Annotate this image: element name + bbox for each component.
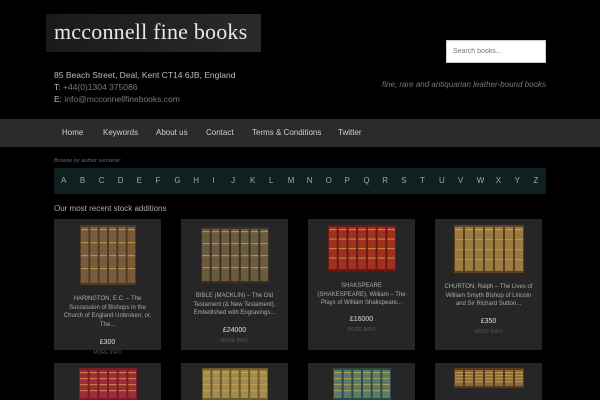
product-image[interactable] bbox=[332, 368, 391, 400]
product-image[interactable] bbox=[78, 368, 137, 400]
product-card[interactable]: SHAKSPEARE (SHAKESPEARE), William – The … bbox=[308, 219, 415, 350]
address: 85 Beach Street, Deal, Kent CT14 6JB, En… bbox=[54, 70, 236, 80]
letter-j[interactable]: J bbox=[231, 176, 235, 185]
product-image[interactable] bbox=[200, 227, 269, 288]
product-title[interactable]: BIBLE (MACKLIN) – The Old Testament (& N… bbox=[189, 292, 280, 318]
logo-text: mcconnell fine books bbox=[54, 19, 248, 44]
product-image[interactable] bbox=[327, 225, 396, 276]
product-image[interactable] bbox=[79, 225, 136, 290]
letter-x[interactable]: X bbox=[496, 176, 501, 185]
letter-c[interactable]: C bbox=[99, 176, 105, 185]
email-link[interactable]: info@mcconnellfinebooks.com bbox=[64, 94, 179, 104]
more-info-link[interactable]: MORE INFO bbox=[435, 329, 542, 335]
letter-w[interactable]: W bbox=[477, 176, 485, 185]
letter-i[interactable]: I bbox=[212, 176, 214, 185]
more-info-link[interactable]: MORE INFO bbox=[308, 327, 415, 333]
nav-contact[interactable]: Contact bbox=[206, 128, 234, 137]
site-logo[interactable]: mcconnell fine books bbox=[46, 14, 261, 52]
letter-z[interactable]: Z bbox=[534, 176, 539, 185]
product-card[interactable]: BIBLE (MACKLIN) – The Old Testament (& N… bbox=[181, 219, 288, 350]
nav-twitter[interactable]: Twitter bbox=[338, 128, 362, 137]
letter-t[interactable]: T bbox=[420, 176, 425, 185]
product-image[interactable] bbox=[201, 368, 268, 400]
letter-l[interactable]: L bbox=[269, 176, 273, 185]
product-card[interactable] bbox=[308, 363, 415, 400]
contact-info: 85 Beach Street, Deal, Kent CT14 6JB, En… bbox=[54, 69, 235, 105]
tagline: fine, rare and antiquarian leather-bound… bbox=[382, 80, 546, 89]
letter-h[interactable]: H bbox=[193, 176, 199, 185]
letter-k[interactable]: K bbox=[250, 176, 255, 185]
product-card[interactable] bbox=[54, 363, 161, 400]
letter-s[interactable]: S bbox=[401, 176, 406, 185]
letter-v[interactable]: V bbox=[458, 176, 463, 185]
letter-u[interactable]: U bbox=[439, 176, 445, 185]
letter-o[interactable]: O bbox=[326, 176, 332, 185]
phone-link[interactable]: +44(0)1304 375086 bbox=[63, 82, 137, 92]
letter-y[interactable]: Y bbox=[515, 176, 520, 185]
nav-home[interactable]: Home bbox=[62, 128, 83, 137]
product-card[interactable]: HARINGTON, E.C. – The Succession of Bish… bbox=[54, 219, 161, 356]
product-title[interactable]: CHURTON, Ralph – The Lives of William Sm… bbox=[443, 283, 534, 309]
product-card[interactable]: CHURTON, Ralph – The Lives of William Sm… bbox=[435, 219, 542, 350]
letter-a[interactable]: A bbox=[61, 176, 66, 185]
product-title[interactable]: HARINGTON, E.C. – The Succession of Bish… bbox=[62, 295, 153, 329]
letter-r[interactable]: R bbox=[382, 176, 388, 185]
product-price: £300 bbox=[99, 339, 116, 346]
section-title: Our most recent stock additions bbox=[54, 204, 167, 213]
product-card[interactable] bbox=[435, 363, 542, 400]
product-image[interactable] bbox=[453, 225, 524, 278]
alphabet-bar: A B C D E F G H I J K L M N O P Q R S T U V W X Y Z bbox=[54, 168, 546, 194]
letter-m[interactable]: M bbox=[288, 176, 295, 185]
browse-label: Browse by author surname: bbox=[54, 158, 122, 164]
letter-b[interactable]: B bbox=[80, 176, 85, 185]
letter-g[interactable]: G bbox=[174, 176, 180, 185]
phone-label: T: bbox=[54, 82, 61, 92]
product-price: £350 bbox=[480, 318, 497, 325]
letter-e[interactable]: E bbox=[137, 176, 142, 185]
letter-f[interactable]: F bbox=[156, 176, 161, 185]
more-info-link[interactable]: MORE INFO bbox=[54, 350, 161, 356]
product-title[interactable]: SHAKSPEARE (SHAKESPEARE), William – The … bbox=[316, 282, 407, 308]
letter-n[interactable]: N bbox=[307, 176, 313, 185]
more-info-link[interactable]: MORE INFO bbox=[181, 338, 288, 344]
nav-terms[interactable]: Terms & Conditions bbox=[252, 128, 321, 137]
nav-about[interactable]: About us bbox=[156, 128, 188, 137]
nav-keywords[interactable]: Keywords bbox=[103, 128, 138, 137]
product-card[interactable] bbox=[181, 363, 288, 400]
letter-p[interactable]: P bbox=[345, 176, 350, 185]
letter-q[interactable]: Q bbox=[363, 176, 369, 185]
product-price: £16000 bbox=[349, 316, 374, 323]
product-image[interactable] bbox=[453, 368, 524, 393]
product-price: £24000 bbox=[222, 327, 247, 334]
letter-d[interactable]: D bbox=[118, 176, 124, 185]
main-nav: Home Keywords About us Contact Terms & C… bbox=[0, 119, 600, 147]
email-label: E: bbox=[54, 94, 63, 104]
search-input[interactable] bbox=[446, 40, 546, 63]
